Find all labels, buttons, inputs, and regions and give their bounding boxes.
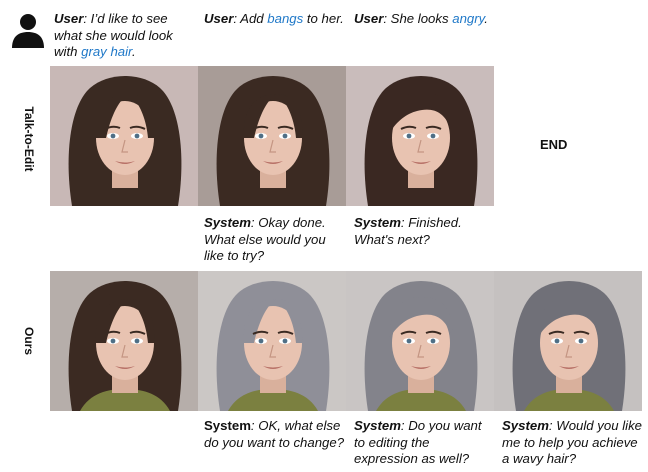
ours-response-3: System: Would you like me to help you ac… — [502, 418, 643, 466]
ours-response-2: System: Do you want to editing the expre… — [354, 418, 482, 466]
ours-portrait-angry — [494, 271, 642, 411]
row-label-talk-to-edit: Talk-to-Edit — [22, 106, 36, 172]
end-label: END — [540, 137, 568, 152]
talk-to-edit-portrait-bangs — [346, 66, 494, 206]
user-silhouette-icon — [12, 14, 44, 48]
user-prompt-1: User: I’d like to see what she would loo… — [54, 11, 173, 59]
row-label-ours: Ours — [22, 326, 36, 355]
ours-response-1: System: OK, what else do you want to cha… — [204, 418, 345, 450]
ours-portrait-original — [50, 271, 198, 411]
ours-portrait-gray-hair — [198, 271, 346, 411]
talk-to-edit-portrait-gray-hair — [198, 66, 346, 206]
talk-to-edit-response-2: System: Finished. What's next? — [354, 215, 462, 247]
talk-to-edit-response-1: System: Okay done. What else would you l… — [204, 215, 326, 263]
ours-portrait-bangs — [346, 271, 494, 411]
talk-to-edit-portrait-original — [50, 66, 198, 206]
user-prompt-2: User: Add bangs to her. — [204, 11, 344, 26]
user-prompt-3: User: She looks angry. — [354, 11, 488, 26]
